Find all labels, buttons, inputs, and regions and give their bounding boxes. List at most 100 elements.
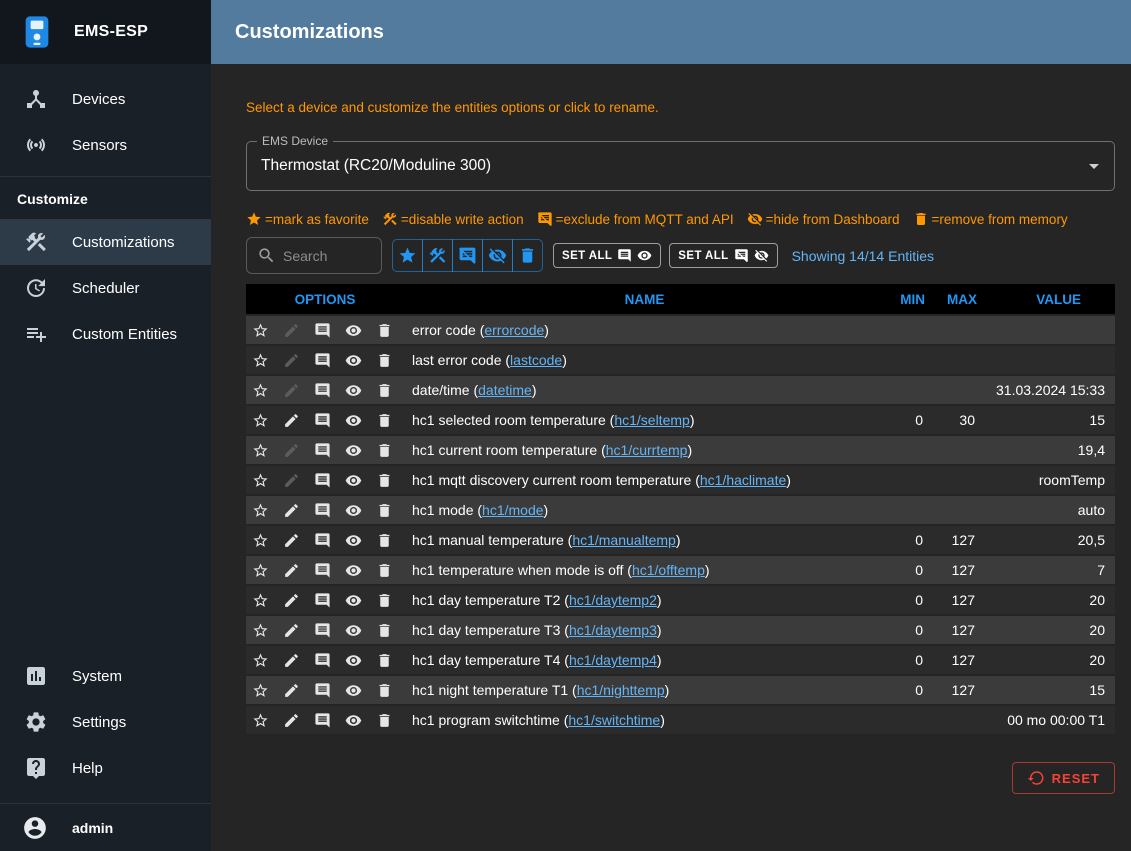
visibility-toggle-button[interactable] xyxy=(341,468,365,492)
favorite-toggle-button[interactable] xyxy=(248,348,272,372)
entity-name[interactable]: hc1 mqtt discovery current room temperat… xyxy=(404,465,885,495)
mqtt-exclude-toggle-button[interactable] xyxy=(310,708,334,732)
entity-shortname-link[interactable]: hc1/switchtime xyxy=(568,712,660,728)
sidebar-item-sensors[interactable]: Sensors xyxy=(0,122,211,168)
favorite-toggle-button[interactable] xyxy=(248,588,272,612)
entity-shortname-link[interactable]: datetime xyxy=(478,382,532,398)
mqtt-exclude-toggle-button[interactable] xyxy=(310,618,334,642)
favorite-toggle-button[interactable] xyxy=(248,468,272,492)
sidebar-item-system[interactable]: System xyxy=(0,653,211,699)
visibility-toggle-button[interactable] xyxy=(341,678,365,702)
sidebar-item-custom-entities[interactable]: Custom Entities xyxy=(0,311,211,357)
visibility-toggle-button[interactable] xyxy=(341,348,365,372)
disable-write-toggle-button[interactable] xyxy=(279,588,303,612)
mqtt-exclude-toggle-button[interactable] xyxy=(310,678,334,702)
disable-write-toggle-button[interactable] xyxy=(279,558,303,582)
filter-favorite-toggle[interactable] xyxy=(392,239,423,272)
mqtt-exclude-toggle-button[interactable] xyxy=(310,588,334,612)
delete-toggle-button[interactable] xyxy=(372,528,396,552)
visibility-toggle-button[interactable] xyxy=(341,708,365,732)
mqtt-exclude-toggle-button[interactable] xyxy=(310,378,334,402)
delete-toggle-button[interactable] xyxy=(372,408,396,432)
mqtt-exclude-toggle-button[interactable] xyxy=(310,408,334,432)
favorite-toggle-button[interactable] xyxy=(248,528,272,552)
entity-shortname-link[interactable]: hc1/daytemp4 xyxy=(569,652,657,668)
visibility-toggle-button[interactable] xyxy=(341,378,365,402)
visibility-toggle-button[interactable] xyxy=(341,528,365,552)
delete-toggle-button[interactable] xyxy=(372,588,396,612)
sidebar-item-devices[interactable]: Devices xyxy=(0,76,211,122)
mqtt-exclude-toggle-button[interactable] xyxy=(310,558,334,582)
favorite-toggle-button[interactable] xyxy=(248,378,272,402)
entity-shortname-link[interactable]: hc1/mode xyxy=(482,502,543,518)
sidebar-item-settings[interactable]: Settings xyxy=(0,699,211,745)
delete-toggle-button[interactable] xyxy=(372,468,396,492)
entity-shortname-link[interactable]: hc1/haclimate xyxy=(700,472,786,488)
search-input[interactable] xyxy=(283,248,371,264)
entity-shortname-link[interactable]: hc1/daytemp3 xyxy=(569,622,657,638)
favorite-toggle-button[interactable] xyxy=(248,318,272,342)
set-all-hidden-button[interactable]: SET ALL xyxy=(669,243,777,268)
reset-button[interactable]: RESET xyxy=(1012,762,1115,794)
disable-write-toggle-button[interactable] xyxy=(279,618,303,642)
disable-write-toggle-button[interactable] xyxy=(279,528,303,552)
entity-name[interactable]: hc1 night temperature T1 (hc1/nighttemp) xyxy=(404,675,885,705)
visibility-toggle-button[interactable] xyxy=(341,498,365,522)
mqtt-exclude-toggle-button[interactable] xyxy=(310,498,334,522)
entity-name[interactable]: hc1 mode (hc1/mode) xyxy=(404,495,885,525)
entity-name[interactable]: hc1 day temperature T4 (hc1/daytemp4) xyxy=(404,645,885,675)
visibility-toggle-button[interactable] xyxy=(341,318,365,342)
set-all-visible-button[interactable]: SET ALL xyxy=(553,243,661,268)
entity-shortname-link[interactable]: hc1/nighttemp xyxy=(577,682,665,698)
entity-shortname-link[interactable]: hc1/currtemp xyxy=(606,442,688,458)
entity-name[interactable]: last error code (lastcode) xyxy=(404,345,885,375)
filter-disable-write-toggle[interactable] xyxy=(422,239,453,272)
favorite-toggle-button[interactable] xyxy=(248,708,272,732)
disable-write-toggle-button[interactable] xyxy=(279,708,303,732)
filter-hidden-toggle[interactable] xyxy=(482,239,513,272)
favorite-toggle-button[interactable] xyxy=(248,678,272,702)
visibility-toggle-button[interactable] xyxy=(341,588,365,612)
entity-name[interactable]: error code (errorcode) xyxy=(404,315,885,345)
entity-shortname-link[interactable]: lastcode xyxy=(510,352,562,368)
mqtt-exclude-toggle-button[interactable] xyxy=(310,438,334,462)
filter-mqtt-exclude-toggle[interactable] xyxy=(452,239,483,272)
delete-toggle-button[interactable] xyxy=(372,618,396,642)
favorite-toggle-button[interactable] xyxy=(248,408,272,432)
delete-toggle-button[interactable] xyxy=(372,558,396,582)
entity-shortname-link[interactable]: errorcode xyxy=(484,322,544,338)
disable-write-toggle-button[interactable] xyxy=(279,408,303,432)
entity-name[interactable]: hc1 current room temperature (hc1/currte… xyxy=(404,435,885,465)
delete-toggle-button[interactable] xyxy=(372,348,396,372)
delete-toggle-button[interactable] xyxy=(372,318,396,342)
entity-shortname-link[interactable]: hc1/daytemp2 xyxy=(569,592,657,608)
entity-name[interactable]: hc1 day temperature T3 (hc1/daytemp3) xyxy=(404,615,885,645)
delete-toggle-button[interactable] xyxy=(372,708,396,732)
delete-toggle-button[interactable] xyxy=(372,378,396,402)
entity-name[interactable]: hc1 manual temperature (hc1/manualtemp) xyxy=(404,525,885,555)
sidebar-item-customizations[interactable]: Customizations xyxy=(0,219,211,265)
visibility-toggle-button[interactable] xyxy=(341,438,365,462)
mqtt-exclude-toggle-button[interactable] xyxy=(310,648,334,672)
delete-toggle-button[interactable] xyxy=(372,648,396,672)
delete-toggle-button[interactable] xyxy=(372,438,396,462)
favorite-toggle-button[interactable] xyxy=(248,618,272,642)
filter-removed-toggle[interactable] xyxy=(512,239,543,272)
favorite-toggle-button[interactable] xyxy=(248,558,272,582)
favorite-toggle-button[interactable] xyxy=(248,438,272,462)
favorite-toggle-button[interactable] xyxy=(248,498,272,522)
mqtt-exclude-toggle-button[interactable] xyxy=(310,348,334,372)
delete-toggle-button[interactable] xyxy=(372,678,396,702)
sidebar-item-help[interactable]: Help xyxy=(0,745,211,791)
entity-name[interactable]: hc1 selected room temperature (hc1/selte… xyxy=(404,405,885,435)
disable-write-toggle-button[interactable] xyxy=(279,498,303,522)
visibility-toggle-button[interactable] xyxy=(341,408,365,432)
mqtt-exclude-toggle-button[interactable] xyxy=(310,318,334,342)
visibility-toggle-button[interactable] xyxy=(341,558,365,582)
visibility-toggle-button[interactable] xyxy=(341,648,365,672)
entity-name[interactable]: date/time (datetime) xyxy=(404,375,885,405)
entity-shortname-link[interactable]: hc1/seltemp xyxy=(614,412,689,428)
entity-name[interactable]: hc1 day temperature T2 (hc1/daytemp2) xyxy=(404,585,885,615)
ems-device-select[interactable]: EMS Device Thermostat (RC20/Moduline 300… xyxy=(246,141,1115,191)
entity-name[interactable]: hc1 temperature when mode is off (hc1/of… xyxy=(404,555,885,585)
